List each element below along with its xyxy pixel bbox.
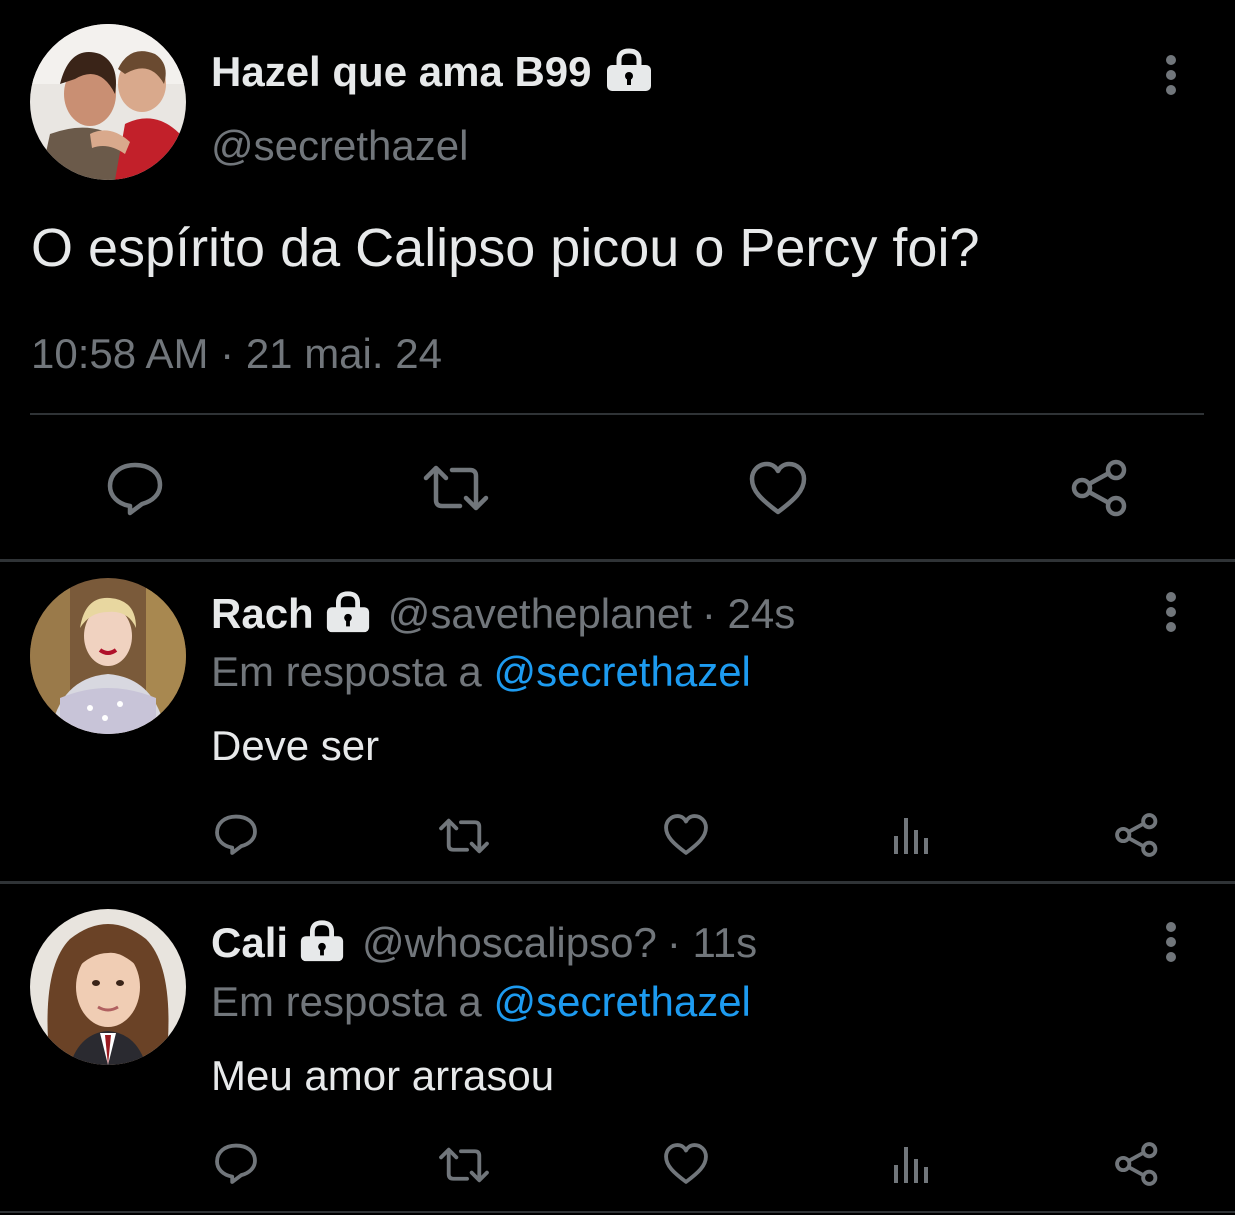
divider — [0, 881, 1235, 884]
reply-icon[interactable] — [214, 812, 258, 856]
like-icon[interactable] — [663, 1142, 709, 1185]
divider — [0, 1211, 1235, 1213]
tweet-text: Meu amor arrasou — [211, 1052, 555, 1099]
lock-icon — [324, 590, 372, 639]
handle[interactable]: @whoscalipso? — [362, 919, 657, 967]
handle[interactable]: @secrethazel — [211, 120, 468, 172]
more-icon[interactable] — [1157, 53, 1185, 97]
like-icon[interactable] — [748, 460, 808, 516]
retweet-icon[interactable] — [438, 1145, 490, 1185]
avatar[interactable] — [30, 24, 186, 180]
reply-mention-link[interactable]: @secrethazel — [493, 648, 750, 695]
divider — [0, 559, 1235, 562]
tweet-text: O espírito da Calipso picou o Percy foi? — [31, 218, 980, 278]
avatar[interactable] — [30, 578, 186, 734]
display-name[interactable]: Cali — [211, 919, 288, 967]
divider — [30, 413, 1204, 415]
display-name[interactable]: Rach — [211, 590, 314, 638]
more-icon[interactable] — [1157, 590, 1185, 634]
reply-icon[interactable] — [106, 460, 164, 516]
views-icon[interactable] — [890, 814, 934, 856]
tweet-age[interactable]: · 24s — [702, 590, 795, 638]
share-icon[interactable] — [1070, 458, 1130, 518]
reply-icon[interactable] — [214, 1141, 258, 1185]
lock-icon — [604, 47, 654, 97]
avatar[interactable] — [30, 909, 186, 1065]
share-icon[interactable] — [1114, 1141, 1160, 1187]
share-icon[interactable] — [1114, 812, 1160, 858]
reply-context: Em resposta a @secrethazel — [211, 976, 751, 1028]
reply-mention-link[interactable]: @secrethazel — [493, 978, 750, 1025]
retweet-icon[interactable] — [422, 462, 490, 514]
retweet-icon[interactable] — [438, 816, 490, 856]
display-name[interactable]: Hazel que ama B99 — [211, 48, 592, 96]
views-icon[interactable] — [890, 1143, 934, 1185]
timestamp: 10:58 AM · 21 mai. 24 — [31, 326, 442, 382]
like-icon[interactable] — [663, 813, 709, 856]
more-icon[interactable] — [1157, 920, 1185, 964]
tweet-time[interactable]: 10:58 AM — [31, 330, 208, 377]
lock-icon — [298, 919, 346, 968]
tweet-date[interactable]: 21 mai. 24 — [246, 330, 442, 377]
reply-prefix: Em resposta a — [211, 978, 482, 1025]
reply-prefix: Em resposta a — [211, 648, 482, 695]
reply-context: Em resposta a @secrethazel — [211, 646, 751, 698]
tweet-age[interactable]: · 11s — [667, 919, 757, 967]
handle[interactable]: @savetheplanet — [388, 590, 692, 638]
tweet-text: Deve ser — [211, 722, 380, 769]
separator: · — [220, 330, 235, 377]
